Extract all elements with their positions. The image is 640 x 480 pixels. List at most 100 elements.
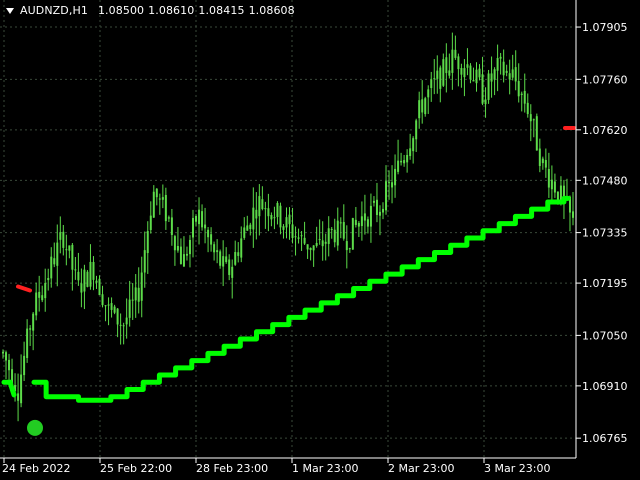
candle-body — [98, 278, 101, 296]
candle-body — [354, 219, 357, 225]
candle-body — [23, 355, 26, 376]
candle-body — [490, 73, 493, 82]
candle-body — [475, 69, 478, 84]
candle-body — [59, 232, 62, 240]
candle-body — [140, 272, 143, 301]
price-chart[interactable]: 1.07905 1.07760 1.07620 1.07480 1.07335 1.071… — [0, 0, 640, 480]
candle-body — [185, 253, 188, 256]
candle-body — [388, 182, 391, 184]
candle-body — [372, 200, 375, 203]
candle-body — [463, 68, 466, 78]
candle-body — [198, 209, 201, 225]
candle-body — [255, 209, 258, 219]
candle-body — [195, 216, 198, 222]
candle-body — [71, 244, 74, 270]
candle-body — [412, 138, 415, 152]
candle-body — [95, 280, 98, 283]
candle-body — [397, 160, 400, 172]
candle-body — [279, 205, 282, 228]
candle-body — [80, 283, 83, 293]
candle-body — [101, 294, 104, 306]
candle-body — [487, 73, 490, 100]
y-tick-label: 1.07480 — [582, 174, 628, 187]
candle-body — [68, 245, 71, 251]
candle-body — [553, 181, 556, 193]
candle-body — [161, 197, 164, 200]
candle-body — [213, 244, 216, 253]
candle-body — [167, 217, 170, 219]
candle-body — [394, 168, 397, 186]
candle-body — [119, 324, 122, 326]
dropdown-arrow-icon[interactable] — [6, 7, 14, 14]
candle-body — [20, 374, 23, 404]
candle-body — [315, 242, 318, 246]
candle-body — [270, 215, 273, 220]
candle-body — [342, 222, 345, 239]
candle-body — [179, 246, 182, 264]
candle-body — [529, 114, 532, 122]
candle-body — [249, 224, 252, 230]
y-tick-label: 1.07335 — [582, 227, 628, 240]
candle-body — [572, 211, 574, 218]
y-tick-label: 1.07905 — [582, 21, 628, 34]
candle-body — [89, 261, 92, 287]
candle-body — [382, 208, 384, 213]
candle-body — [65, 249, 68, 251]
candle-body — [38, 291, 41, 298]
candle-body — [2, 351, 4, 354]
candle-body — [170, 217, 173, 236]
candle-body — [134, 287, 137, 301]
x-tick-label: 24 Feb 2022 — [2, 462, 70, 475]
candle-body — [460, 68, 463, 75]
candle-body — [375, 199, 378, 215]
candle-body — [321, 240, 324, 247]
candle-body — [357, 223, 360, 227]
candle-body — [210, 234, 213, 245]
candle-body — [303, 237, 306, 244]
candle-body — [83, 269, 86, 292]
candle-body — [74, 269, 77, 271]
y-tick-label: 1.07195 — [582, 277, 628, 290]
candle-body — [294, 236, 297, 238]
low-price: 1.08415 — [198, 4, 245, 17]
candle-body — [146, 231, 149, 254]
candle-body — [237, 252, 240, 256]
candle-body — [288, 214, 291, 225]
candle-body — [442, 59, 445, 86]
candle-body — [324, 241, 327, 244]
candle-body — [547, 169, 550, 188]
candle-body — [327, 228, 330, 244]
candle-body — [285, 217, 288, 228]
candle-body — [164, 194, 167, 222]
candle-body — [231, 266, 234, 278]
candle-body — [520, 93, 523, 95]
candle-body — [508, 73, 511, 80]
candle-body — [176, 245, 179, 251]
candle-body — [276, 203, 279, 218]
candle-body — [29, 328, 32, 330]
candle-body — [201, 211, 204, 228]
candle-body — [131, 299, 134, 301]
candle-body — [523, 90, 526, 104]
candle-body — [110, 303, 113, 310]
candle-body — [306, 244, 309, 250]
candle-body — [363, 213, 366, 221]
candle-body — [173, 236, 176, 251]
x-tick-label: 2 Mar 23:00 — [388, 462, 454, 475]
candle-body — [484, 99, 487, 105]
candle-body — [418, 100, 421, 119]
candle-body — [505, 70, 508, 73]
candle-body — [62, 231, 65, 248]
candle-body — [282, 226, 285, 230]
candle-body — [439, 67, 442, 89]
candle-body — [493, 69, 496, 80]
candle-body — [32, 313, 35, 331]
candle-body — [514, 67, 517, 82]
close-price: 1.08608 — [248, 4, 295, 17]
candle-body — [312, 245, 315, 251]
candle-body — [330, 228, 333, 230]
candle-body — [8, 359, 11, 371]
candle-body — [44, 283, 47, 299]
candle-body — [385, 181, 388, 211]
candle-body — [415, 120, 418, 140]
